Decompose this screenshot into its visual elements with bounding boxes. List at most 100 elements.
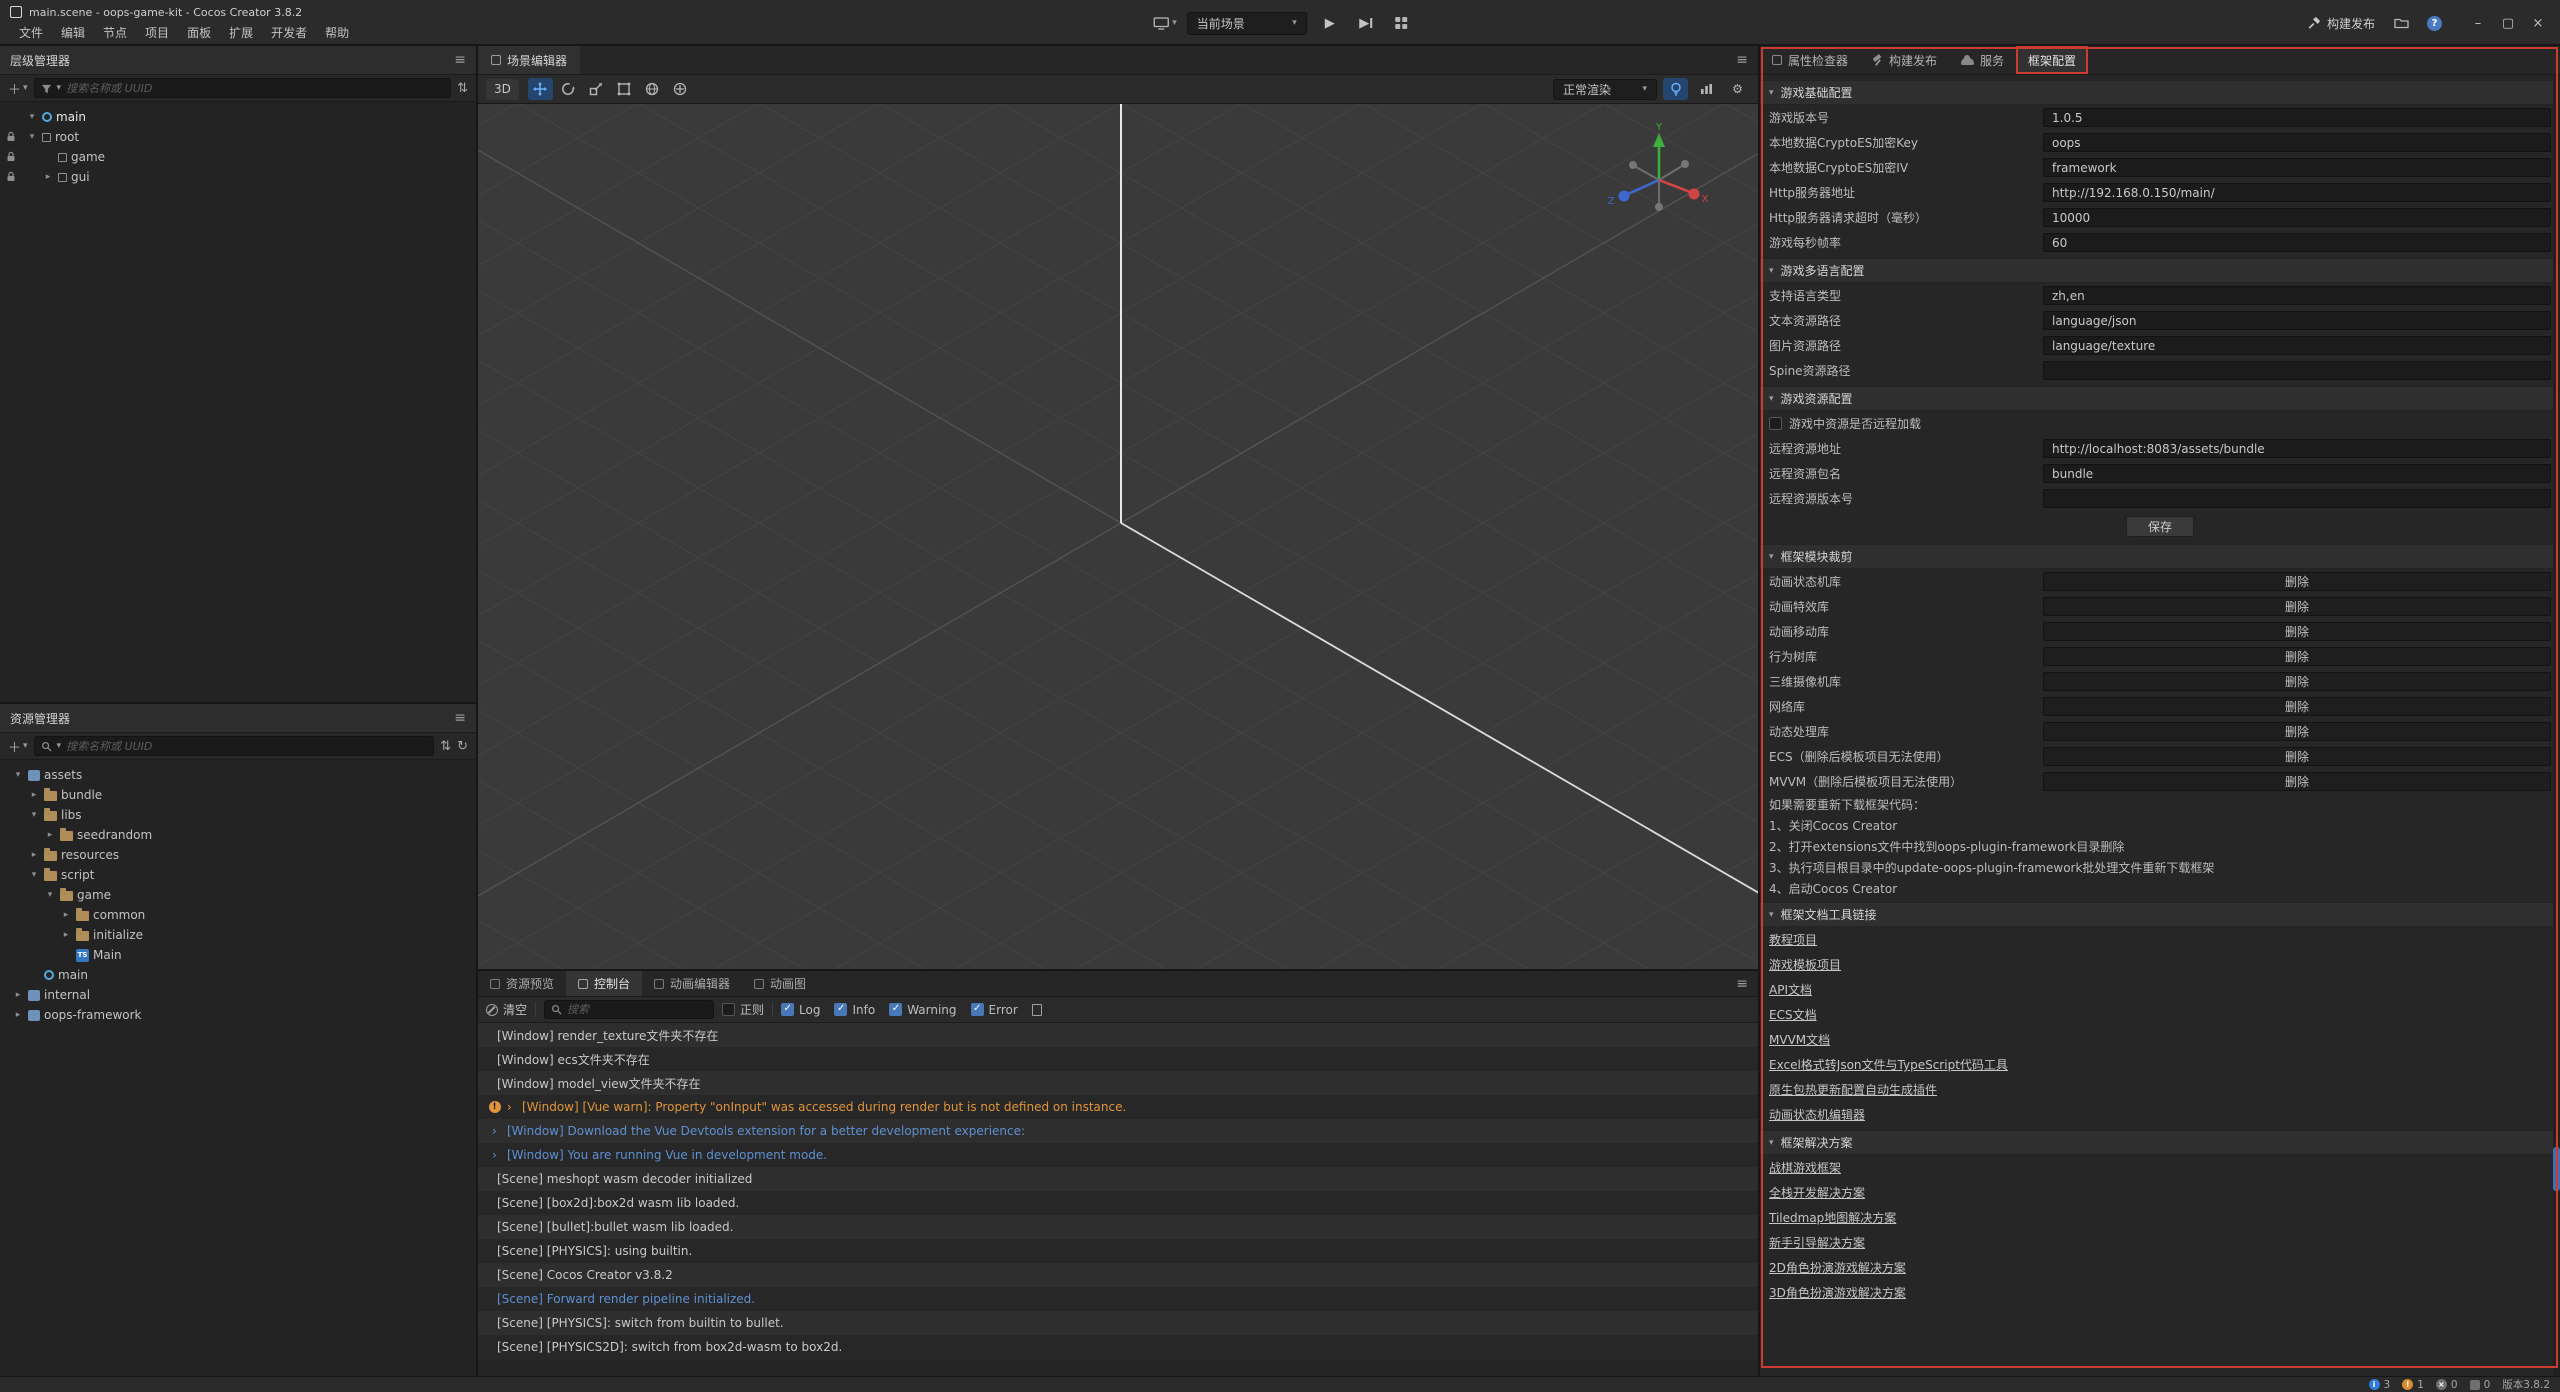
scrollbar-track[interactable] (2553, 75, 2560, 1376)
solution-link[interactable]: Tiledmap地图解决方案 (1769, 1209, 1896, 1226)
save-button[interactable]: 保存 (2126, 516, 2194, 537)
scene-viewport[interactable]: Y X Z (478, 104, 1758, 969)
log-row[interactable]: [Window] [Vue warn]: Property "onInput" … (478, 1095, 1758, 1119)
field-input[interactable] (2043, 208, 2551, 227)
layout-grid-icon[interactable] (1395, 17, 1407, 29)
delete-module-button[interactable]: 删除 (2043, 572, 2551, 591)
expand-arrow-icon[interactable] (12, 1010, 24, 1020)
gizmo-space-icon[interactable] (640, 78, 665, 100)
expand-caret-icon[interactable] (492, 1124, 502, 1138)
inspector-tab[interactable]: 构建发布 (1860, 46, 1949, 74)
menu-item[interactable]: 帮助 (316, 22, 358, 43)
asset-node-row[interactable]: libs (0, 805, 476, 825)
hierarchy-node-row[interactable]: root (0, 127, 476, 147)
section-header-solutions[interactable]: 框架解决方案 (1760, 1130, 2560, 1155)
assets-search-box[interactable]: ▾ (34, 736, 435, 756)
hierarchy-node-row[interactable]: game (0, 147, 476, 167)
menu-item[interactable]: 文件 (10, 22, 52, 43)
console-search-box[interactable] (544, 1000, 714, 1019)
message-count[interactable]: 0 (2470, 1379, 2491, 1391)
field-input[interactable] (2043, 286, 2551, 305)
doc-link[interactable]: ECS文档 (1769, 1006, 1817, 1023)
dimension-toggle-button[interactable]: 3D (486, 79, 519, 100)
section-header-modules[interactable]: 框架模块裁剪 (1760, 544, 2560, 569)
scene-editor-tab[interactable]: 场景编辑器 (478, 46, 580, 74)
step-button[interactable]: ▶ (1353, 12, 1379, 35)
expand-caret-icon[interactable] (492, 1148, 502, 1162)
expand-arrow-icon[interactable] (60, 910, 72, 920)
assets-search-input[interactable] (66, 740, 427, 753)
doc-link[interactable]: API文档 (1769, 981, 1812, 998)
rotate-tool-icon[interactable] (556, 78, 581, 100)
log-row[interactable]: [Scene] meshopt wasm decoder initialized (478, 1167, 1758, 1191)
log-row[interactable]: [Window] You are running Vue in developm… (478, 1143, 1758, 1167)
hierarchy-search-input[interactable] (66, 82, 444, 95)
expand-arrow-icon[interactable] (28, 850, 40, 860)
expand-arrow-icon[interactable] (26, 132, 38, 142)
log-row[interactable]: [Window] model_view文件夹不存在 (478, 1071, 1758, 1095)
expand-arrow-icon[interactable] (28, 870, 40, 880)
expand-arrow-icon[interactable] (28, 810, 40, 820)
delete-module-button[interactable]: 删除 (2043, 722, 2551, 741)
asset-node-row[interactable]: Main (0, 945, 476, 965)
sort-assets-icon[interactable]: ⇅ (440, 739, 451, 754)
field-input[interactable] (2043, 158, 2551, 177)
asset-node-row[interactable]: assets (0, 765, 476, 785)
console-tab[interactable]: 资源预览 (478, 971, 566, 996)
warning-count[interactable]: ! 1 (2402, 1379, 2424, 1391)
scale-tool-icon[interactable] (584, 78, 609, 100)
delete-module-button[interactable]: 删除 (2043, 597, 2551, 616)
field-input[interactable] (2043, 464, 2551, 483)
menu-item[interactable]: 项目 (136, 22, 178, 43)
hierarchy-node-row[interactable]: main (0, 107, 476, 127)
log-filter-checkbox[interactable]: Warning (889, 1003, 956, 1017)
lock-icon[interactable] (6, 171, 17, 185)
expand-arrow-icon[interactable] (60, 930, 72, 940)
doc-link[interactable]: MVVM文档 (1769, 1031, 1830, 1048)
asset-node-row[interactable]: bundle (0, 785, 476, 805)
delete-module-button[interactable]: 删除 (2043, 622, 2551, 641)
log-row[interactable]: [Scene] [box2d]:box2d wasm lib loaded. (478, 1191, 1758, 1215)
lock-icon[interactable] (6, 151, 17, 165)
section-header-language[interactable]: 游戏多语言配置 (1760, 258, 2560, 283)
log-filter-checkbox[interactable]: Info (834, 1003, 875, 1017)
regex-checkbox[interactable]: 正则 (722, 1001, 764, 1018)
move-tool-icon[interactable] (528, 78, 553, 100)
delete-module-button[interactable]: 删除 (2043, 647, 2551, 666)
lock-icon[interactable] (6, 131, 17, 145)
expand-arrow-icon[interactable] (26, 112, 38, 122)
field-input[interactable] (2043, 108, 2551, 127)
error-count[interactable]: × 0 (2436, 1379, 2458, 1391)
remote-load-checkbox-row[interactable]: 游戏中资源是否远程加载 (1760, 411, 2560, 436)
console-tab[interactable]: 控制台 (566, 971, 642, 996)
minimize-button[interactable]: – (2464, 10, 2492, 36)
close-button[interactable]: × (2524, 10, 2552, 36)
asset-node-row[interactable]: oops-framework (0, 1005, 476, 1025)
solution-link[interactable]: 2D角色扮演游戏解决方案 (1769, 1259, 1906, 1276)
doc-link[interactable]: 动画状态机编辑器 (1769, 1106, 1865, 1123)
scrollbar-thumb[interactable] (2553, 1147, 2560, 1191)
expand-arrow-icon[interactable] (12, 770, 24, 780)
export-log-icon[interactable] (1032, 1004, 1042, 1016)
axis-gizmo[interactable]: Y X Z (1602, 120, 1712, 230)
field-input[interactable] (2043, 361, 2551, 380)
log-row[interactable]: [Window] ecs文件夹不存在 (478, 1047, 1758, 1071)
render-mode-select[interactable]: 正常渲染 ▾ (1553, 79, 1657, 100)
play-button[interactable]: ▶ (1317, 12, 1343, 35)
inspector-tab[interactable]: 服务 (1949, 46, 2016, 74)
inspector-tab[interactable]: 框架配置 (2016, 46, 2088, 74)
log-row[interactable]: [Scene] Cocos Creator v3.8.2 (478, 1263, 1758, 1287)
maximize-button[interactable]: ▢ (2494, 10, 2522, 36)
create-node-button[interactable]: ＋▾ (8, 79, 28, 98)
solution-link[interactable]: 3D角色扮演游戏解决方案 (1769, 1284, 1906, 1301)
asset-node-row[interactable]: initialize (0, 925, 476, 945)
inspector-tab[interactable]: 属性检查器 (1760, 46, 1860, 74)
section-header-docs[interactable]: 框架文档工具链接 (1760, 902, 2560, 927)
asset-node-row[interactable]: common (0, 905, 476, 925)
section-header-resource[interactable]: 游戏资源配置 (1760, 386, 2560, 411)
field-input[interactable] (2043, 336, 2551, 355)
menu-item[interactable]: 编辑 (52, 22, 94, 43)
menu-item[interactable]: 开发者 (262, 22, 316, 43)
scene-select[interactable]: 当前场景 ▾ (1187, 12, 1307, 35)
asset-node-row[interactable]: game (0, 885, 476, 905)
